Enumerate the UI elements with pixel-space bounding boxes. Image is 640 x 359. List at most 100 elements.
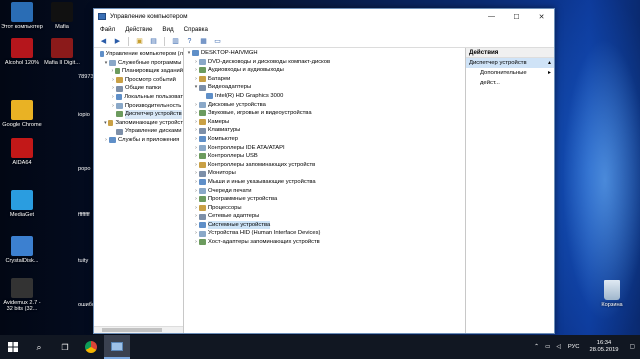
forward-arrow-icon[interactable]: ▶ <box>112 36 123 46</box>
device-tree-item[interactable]: › Системные устройства <box>184 220 465 230</box>
nav-tree-item[interactable]: › Локальные пользоват <box>94 93 183 102</box>
device-tree-node-icon <box>199 239 206 246</box>
device-tree-item[interactable]: › Звуковые, игровые и видеоустройства <box>184 109 465 118</box>
device-tree-item[interactable]: › Камеры <box>184 118 465 127</box>
device-tree-item[interactable]: › Мониторы <box>184 169 465 178</box>
close-button[interactable]: ✕ <box>529 9 554 24</box>
minimize-button[interactable]: — <box>479 9 504 24</box>
up-folder-icon[interactable]: ▣ <box>134 36 145 46</box>
title-bar[interactable]: Управление компьютером — ☐ ✕ <box>94 9 554 24</box>
panes: Управление компьютером (л ▾ Служебные прог… <box>94 48 554 333</box>
nav-tree-item[interactable]: Диспетчер устройств <box>94 110 183 119</box>
nav-tree-item[interactable]: Управление дисками <box>94 127 183 136</box>
google-chrome-icon <box>11 100 33 120</box>
desktop-icon-this-pc[interactable]: Этот компьютер <box>0 2 44 30</box>
nav-tree-label: Производительность <box>125 102 182 109</box>
desktop-icon-crystaldisk[interactable]: CrystalDisk... <box>0 236 44 264</box>
menu-action[interactable]: Действие <box>125 26 152 33</box>
device-tree-item[interactable]: › Контроллеры запоминающих устройств <box>184 161 465 170</box>
nav-tree-node-icon <box>116 111 123 118</box>
actions-pane: Действия Диспетчер устройств ▴ Дополните… <box>466 48 554 333</box>
menu-file[interactable]: Файл <box>100 26 115 33</box>
more-actions-item[interactable]: Дополнительные дейст... ▸ <box>466 68 554 86</box>
nav-tree-label: Просмотр событий <box>125 76 176 83</box>
tray-up-arrow-icon[interactable]: ⌃ <box>531 344 542 350</box>
task-view-icon: ❐ <box>61 342 69 352</box>
notifications-icon[interactable]: ▢ <box>625 344 640 350</box>
volume-icon[interactable]: ◁ <box>553 344 563 350</box>
nav-tree-item[interactable]: ▾ Служебные программы <box>94 59 183 68</box>
aida64-icon <box>11 138 33 158</box>
search-button[interactable]: ⌕ <box>26 335 52 359</box>
device-tree-label: Программные устройства <box>208 196 278 203</box>
expand-toggle-icon[interactable]: › <box>110 67 115 76</box>
nav-tree-node-icon <box>116 77 123 84</box>
nav-tree-node-icon <box>115 94 123 101</box>
device-tree-item[interactable]: › DVD-дисководы и дисководы компакт-диско… <box>184 58 465 67</box>
clock[interactable]: 16:34 28.05.2019 <box>584 340 625 354</box>
show-tree-icon[interactable]: ▤ <box>148 36 159 46</box>
desktop-icon-label: CrystalDisk... <box>5 258 39 264</box>
device-tree-node-icon <box>199 170 206 177</box>
desktop-partial-label: iopio <box>78 112 90 118</box>
start-button[interactable] <box>0 335 26 359</box>
device-tree-item[interactable]: › Устройства HID (Human Interface Devices… <box>184 229 465 238</box>
taskbar-computer-management[interactable] <box>104 335 130 359</box>
device-tree-item[interactable]: › Сетевые адаптеры <box>184 212 465 221</box>
actions-selected-item[interactable]: Диспетчер устройств ▴ <box>466 58 554 68</box>
desktop-icon-alcohol[interactable]: Alcohol 120% <box>0 38 44 66</box>
device-tree-item[interactable]: › Мыши и иные указывающие устройства <box>184 178 465 187</box>
nav-tree-item[interactable]: ▾ Запоминающие устройст <box>94 119 183 128</box>
nav-tree-label: Диспетчер устройств <box>125 110 182 119</box>
device-tree-item[interactable]: › Очереди печати <box>184 187 465 196</box>
menu-help[interactable]: Справка <box>184 26 208 33</box>
device-tree-item[interactable]: › Процессоры <box>184 204 465 213</box>
nav-tree-item[interactable]: › Службы и приложения <box>94 136 183 145</box>
desktop-icon-avidemux[interactable]: Avidemux 2.7 - 32 bits (32... <box>0 278 44 313</box>
nav-tree-label: Служебные программы <box>118 59 182 66</box>
back-arrow-icon[interactable]: ◀ <box>98 36 109 46</box>
device-tree-item[interactable]: › Компьютер <box>184 135 465 144</box>
device-tree-item[interactable]: › Аудиовходы и аудиовыходы <box>184 66 465 75</box>
desktop-icon-recycle-bin[interactable]: Корзина <box>590 280 634 308</box>
nav-tree-item[interactable]: Управление компьютером (л <box>94 50 183 59</box>
chrome-icon <box>85 341 97 353</box>
horizontal-scrollbar[interactable] <box>94 326 183 333</box>
menu-bar: Файл Действие Вид Справка <box>94 24 554 35</box>
nav-tree-item[interactable]: › Общие папки <box>94 84 183 93</box>
device-tree-item[interactable]: ▾ Видеоадаптеры <box>184 83 465 92</box>
device-tree-node-icon <box>199 76 206 83</box>
menu-view[interactable]: Вид <box>162 26 173 33</box>
nav-tree-item[interactable]: › Просмотр событий <box>94 76 183 85</box>
task-view-button[interactable]: ❐ <box>52 335 78 359</box>
properties-icon[interactable]: ▥ <box>170 36 181 46</box>
desktop-icon-mafia[interactable]: Mafia <box>40 2 84 30</box>
nav-tree-item[interactable]: › Планировщик заданий <box>94 67 183 76</box>
device-tree-item[interactable]: › Контроллеры IDE ATA/ATAPI <box>184 144 465 153</box>
desktop-icon-google-chrome[interactable]: Google Chrome <box>0 100 44 128</box>
nav-tree-item[interactable]: › Производительность <box>94 102 183 111</box>
device-tree-item[interactable]: › Контроллеры USB <box>184 152 465 161</box>
language-indicator[interactable]: РУС <box>564 344 584 350</box>
help-icon[interactable]: ? <box>184 36 195 46</box>
desktop-icon-mafia2[interactable]: Mafia II Digit... <box>40 38 84 66</box>
desktop-icon-mediaget[interactable]: MediaGet <box>0 190 44 218</box>
device-tree-item[interactable]: Intel(R) HD Graphics 3000 <box>184 92 465 101</box>
taskbar-chrome[interactable] <box>78 335 104 359</box>
monitor-icon[interactable]: ▭ <box>212 36 223 46</box>
device-tree-item[interactable]: › Программные устройства <box>184 195 465 204</box>
grid-view-icon[interactable]: ▦ <box>198 36 209 46</box>
device-tree-item[interactable]: › Дисковые устройства <box>184 101 465 110</box>
maximize-button[interactable]: ☐ <box>504 9 529 24</box>
device-tree-item[interactable]: ▾ DESKTOP-HAIVMGH <box>184 49 465 58</box>
desktop-icon-aida64[interactable]: AIDA64 <box>0 138 44 166</box>
expand-toggle-icon[interactable]: › <box>110 93 116 102</box>
device-tree-node-icon <box>192 50 199 57</box>
network-icon[interactable]: ▭ <box>542 344 553 350</box>
device-tree-item[interactable]: › Батареи <box>184 75 465 84</box>
nav-tree-label: Управление компьютером (л <box>105 51 183 57</box>
device-tree-node-icon <box>199 127 206 134</box>
device-tree-item[interactable]: › Хост-адаптеры запоминающих устройств <box>184 238 465 247</box>
device-tree-item[interactable]: › Клавиатуры <box>184 126 465 135</box>
device-tree-node-icon <box>206 93 213 100</box>
